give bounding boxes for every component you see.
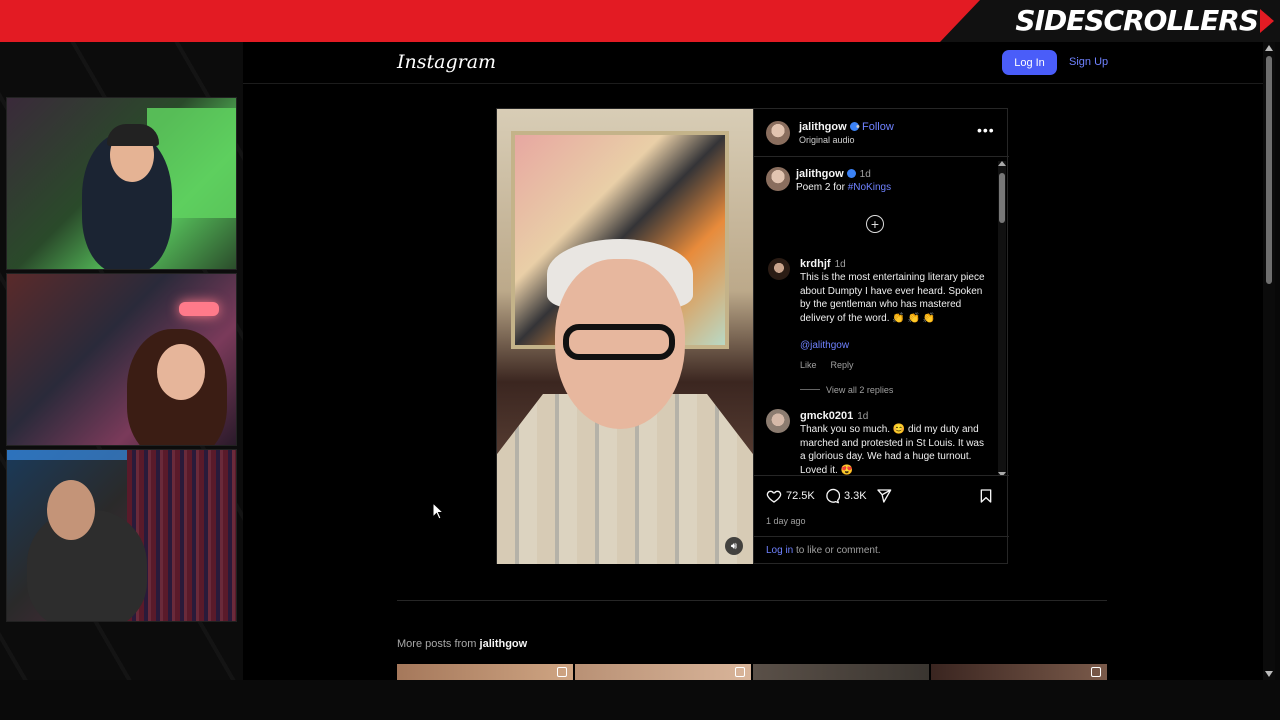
section-divider (397, 600, 1107, 601)
caption-author-avatar[interactable] (766, 167, 790, 191)
person-head (47, 480, 95, 540)
save-button[interactable] (978, 488, 994, 504)
comment-time: 1d (834, 259, 846, 270)
comment-icon (826, 488, 840, 504)
caption-author[interactable]: jalithgow 1d (796, 168, 871, 180)
separator-dot: • (856, 121, 860, 133)
scroll-up-arrow-icon[interactable] (1265, 45, 1273, 51)
comments-scroll-thumb[interactable] (999, 173, 1005, 223)
author-username[interactable]: jalithgow (799, 121, 859, 133)
webcam-column (0, 42, 243, 720)
instagram-logo[interactable]: Instagram (397, 51, 496, 73)
comment-reply-button[interactable]: Reply (831, 360, 854, 370)
post-actions: 72.5K 3.3K 1 day ago Log in to like or c… (754, 475, 1009, 564)
post-thumbnail[interactable] (575, 664, 751, 680)
login-prompt-text: to like or comment. (793, 545, 881, 556)
author-avatar[interactable] (766, 121, 790, 145)
more-options-icon[interactable]: ••• (977, 122, 995, 138)
mute-toggle[interactable]: 🔊︎ (725, 537, 743, 555)
commenter-avatar[interactable] (766, 409, 790, 433)
bottom-bar (0, 680, 1280, 720)
scroll-up-arrow-icon[interactable] (998, 161, 1006, 166)
webcam-feed-1 (6, 97, 237, 270)
comment-author[interactable]: krdhjf 1d (800, 258, 846, 270)
comment-count: 3.3K (844, 490, 867, 502)
reel-post: 🔊︎ jalithgow • Follow Original audio •••… (496, 108, 1009, 564)
caption-body: Poem 2 for (796, 182, 848, 193)
comment-author-name[interactable]: krdhjf (800, 258, 831, 270)
comment-author[interactable]: gmck0201 1d (800, 410, 868, 422)
comments-scrollbar[interactable] (998, 161, 1006, 475)
heart-icon (766, 490, 782, 503)
webcam-feed-2 (6, 273, 237, 446)
commenter-avatar[interactable] (768, 258, 790, 280)
comment-text: This is the most entertaining literary p… (800, 272, 985, 324)
more-posts-grid (397, 664, 1107, 680)
share-button[interactable] (876, 488, 892, 504)
comment-actions: Like Reply (800, 360, 868, 370)
instagram-page: Instagram Log In Sign Up 🔊︎ jalithgow • … (243, 42, 1263, 680)
post-thumbnail[interactable] (397, 664, 573, 680)
bookmark-icon (980, 489, 992, 503)
author-name[interactable]: jalithgow (799, 121, 847, 133)
caption-author-name[interactable]: jalithgow (796, 168, 844, 180)
load-more-comments-icon[interactable]: + (866, 215, 884, 233)
caption-time: 1d (859, 169, 871, 180)
more-posts-prefix: More posts from (397, 638, 480, 650)
replies-line (800, 389, 820, 390)
login-link[interactable]: Log in (766, 545, 793, 556)
comment-button[interactable]: 3.3K (824, 488, 867, 504)
login-prompt: Log in to like or comment. (766, 545, 1009, 556)
reel-icon (557, 667, 567, 677)
follow-button[interactable]: Follow (862, 121, 894, 133)
post-sidebar: jalithgow • Follow Original audio ••• ja… (753, 109, 1009, 564)
neon-sign (179, 302, 219, 316)
comment-author-name[interactable]: gmck0201 (800, 410, 853, 422)
view-replies-label[interactable]: View all 2 replies (826, 385, 893, 395)
page-scrollbar[interactable] (1263, 42, 1275, 680)
screen: SIDESCROLLERS Instagram Log In Sign Up 🔊… (0, 0, 1280, 720)
post-thumbnail[interactable] (931, 664, 1107, 680)
reel-video[interactable]: 🔊︎ (497, 109, 753, 564)
comment-like-button[interactable]: Like (800, 360, 817, 370)
more-posts-username[interactable]: jalithgow (480, 638, 528, 650)
video-person-glasses (563, 324, 675, 360)
verified-icon (846, 169, 856, 178)
brand-part-2: SCROLLERS (1084, 4, 1259, 37)
post-header: jalithgow • Follow Original audio ••• (754, 109, 1009, 157)
actions-divider (754, 536, 1009, 537)
brand-arrow-icon (1260, 9, 1274, 33)
comment-mention[interactable]: @jalithgow (800, 340, 849, 351)
scroll-down-arrow-icon[interactable] (1265, 671, 1273, 677)
instagram-header: Instagram Log In Sign Up (243, 42, 1263, 84)
reel-icon (735, 667, 745, 677)
stream-brand-logo: SIDESCROLLERS (1015, 4, 1259, 37)
comments-panel: jalithgow 1d Poem 2 for #NoKings + krdhjf… (754, 157, 1009, 475)
speaker-icon: 🔊︎ (730, 540, 738, 552)
cap (107, 124, 159, 146)
caption-hashtag[interactable]: #NoKings (848, 182, 891, 193)
more-posts-heading: More posts from jalithgow (397, 638, 527, 650)
like-count: 72.5K (786, 490, 815, 502)
reel-icon (1091, 667, 1101, 677)
post-thumbnail[interactable] (753, 664, 929, 680)
person-head (157, 344, 205, 400)
original-audio-link[interactable]: Original audio (799, 135, 855, 145)
share-icon (877, 489, 892, 503)
view-replies-button[interactable]: View all 2 replies (800, 385, 893, 395)
comment-time: 1d (857, 411, 869, 422)
webcam-feed-3 (6, 449, 237, 622)
login-button[interactable]: Log In (1002, 50, 1057, 75)
brand-part-1: SIDE (1015, 4, 1085, 37)
like-button[interactable]: 72.5K (766, 488, 815, 504)
page-scroll-thumb[interactable] (1266, 56, 1272, 284)
post-timestamp: 1 day ago (766, 516, 806, 526)
caption-text: Poem 2 for #NoKings (796, 182, 891, 193)
comment-text: Thank you so much. 😊 did my duty and mar… (800, 424, 984, 475)
signup-link[interactable]: Sign Up (1069, 56, 1108, 68)
